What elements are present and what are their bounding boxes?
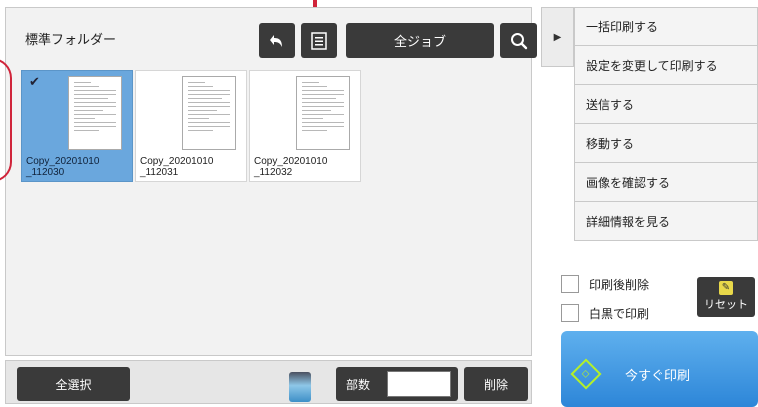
bottom-toolbar: 全選択 部数 削除 [5,360,532,404]
copies-label: 部数 [346,377,371,392]
print-now-label: 今すぐ印刷 [625,369,691,384]
search-icon [510,32,527,49]
action-details[interactable]: 詳細情報を見る [574,202,758,241]
check-icon: ✔ [29,75,40,90]
file-name: Copy_20201010 _112030 [26,156,100,178]
print-now-button[interactable]: ◇ 今すぐ印刷 [561,331,758,407]
file-name: Copy_20201010 _112031 [140,156,214,178]
action-batch-print[interactable]: 一括印刷する [574,7,758,46]
select-all-button[interactable]: 全選択 [17,367,130,401]
action-move[interactable]: 移動する [574,124,758,163]
delete-button[interactable]: 削除 [464,367,528,401]
document-preview [182,76,236,150]
bw-print-checkbox[interactable] [561,304,579,322]
up-folder-button[interactable] [259,23,295,58]
delete-after-print-checkbox[interactable] [561,275,579,293]
list-view-icon [311,31,327,50]
action-send[interactable]: 送信する [574,85,758,124]
file-name: Copy_20201010 _112032 [254,156,328,178]
search-button[interactable] [500,23,537,58]
file-browser-panel: 標準フォルダー 全ジョブ ✔ Copy_20201010 _112030 Cop… [5,7,537,356]
reset-icon: ✎ [719,281,733,295]
delete-after-print-label: 印刷後削除 [589,277,650,292]
document-preview [296,76,350,150]
copies-input[interactable] [387,371,451,397]
action-list: 一括印刷する 設定を変更して印刷する 送信する 移動する 画像を確認する 詳細情… [574,7,758,241]
reset-button[interactable]: ✎ リセット [697,277,755,317]
file-thumbnail[interactable]: Copy_20201010 _112032 [249,70,361,182]
bw-print-label: 白黒で印刷 [589,306,650,321]
collapse-panel-button[interactable]: ▶ [541,7,574,67]
start-icon: ◇ [570,358,602,390]
action-change-settings-print[interactable]: 設定を変更して印刷する [574,46,758,85]
file-thumbnail[interactable]: ✔ Copy_20201010 _112030 [21,70,133,182]
collapse-panel-icon: ▶ [553,31,562,43]
up-folder-icon [270,34,282,47]
selection-bracket [0,58,12,182]
toner-icon [289,372,311,402]
folder-title: 標準フォルダー [25,33,117,48]
document-preview [68,76,122,150]
action-check-image[interactable]: 画像を確認する [574,163,758,202]
list-view-button[interactable] [301,23,337,58]
all-jobs-button[interactable]: 全ジョブ [346,23,494,58]
reset-label: リセット [704,298,748,311]
file-thumbnail[interactable]: Copy_20201010 _112031 [135,70,247,182]
